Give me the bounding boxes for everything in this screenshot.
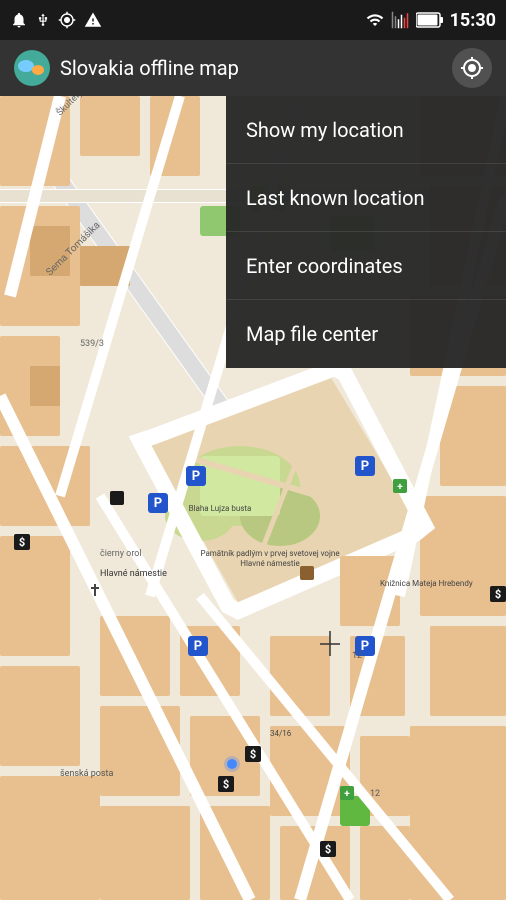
- signal-icon: [390, 11, 410, 29]
- svg-text:Knižnica Mateja Hrebendy: Knižnica Mateja Hrebendy: [380, 579, 473, 588]
- app-title: Slovakia offline map: [60, 56, 239, 80]
- wifi-icon: [366, 11, 384, 29]
- svg-text:34/16: 34/16: [270, 729, 292, 738]
- svg-text:Pamätník padlým v prvej svetov: Pamätník padlým v prvej svetovej vojne: [200, 549, 339, 558]
- enter-coordinates-label: Enter coordinates: [246, 254, 403, 278]
- svg-text:539/3: 539/3: [80, 339, 104, 349]
- svg-text:Hlavné námestie: Hlavné námestie: [240, 559, 299, 568]
- svg-text:$: $: [19, 536, 25, 549]
- status-icons-right: 15:30: [366, 10, 496, 31]
- svg-text:12: 12: [352, 651, 362, 661]
- svg-text:$: $: [250, 748, 256, 761]
- my-location-button[interactable]: [452, 48, 492, 88]
- svg-text:+: +: [344, 789, 350, 800]
- svg-text:P: P: [361, 459, 369, 474]
- last-known-location-item[interactable]: Last known location: [226, 164, 506, 232]
- svg-text:čierny orol: čierny orol: [100, 549, 142, 559]
- usb-icon: [36, 11, 50, 29]
- status-bar: 15:30: [0, 0, 506, 40]
- gps-icon: [58, 11, 76, 29]
- svg-text:P: P: [194, 639, 202, 654]
- dropdown-menu: Show my location Last known location Ent…: [226, 96, 506, 368]
- svg-text:šenská posta: šenská posta: [60, 769, 113, 779]
- svg-text:$: $: [223, 778, 229, 791]
- svg-text:$: $: [495, 588, 501, 601]
- battery-icon: [416, 12, 444, 28]
- show-my-location-item[interactable]: Show my location: [226, 96, 506, 164]
- svg-text:P: P: [154, 496, 162, 511]
- svg-text:12: 12: [370, 789, 380, 799]
- map-file-center-item[interactable]: Map file center: [226, 300, 506, 368]
- status-icons-left: [10, 11, 102, 29]
- enter-coordinates-item[interactable]: Enter coordinates: [226, 232, 506, 300]
- notification-icon: [10, 11, 28, 29]
- svg-text:$: $: [325, 843, 331, 856]
- crosshair-icon: [460, 56, 484, 80]
- map-file-center-label: Map file center: [246, 322, 378, 346]
- last-known-location-label: Last known location: [246, 186, 425, 210]
- show-my-location-label: Show my location: [246, 118, 404, 142]
- svg-text:+: +: [397, 482, 403, 493]
- app-logo: [14, 50, 50, 86]
- app-bar-left: Slovakia offline map: [14, 50, 239, 86]
- map-container[interactable]: P P P P P Sema Tomášika 539/3 čierny oro…: [0, 96, 506, 900]
- svg-text:Blaha Lujza busta: Blaha Lujza busta: [189, 504, 252, 513]
- svg-text:Hlavné námestie: Hlavné námestie: [100, 569, 167, 579]
- app-bar: Slovakia offline map: [0, 40, 506, 96]
- svg-text:P: P: [192, 469, 200, 484]
- warning-icon: [84, 11, 102, 29]
- status-time: 15:30: [450, 10, 496, 31]
